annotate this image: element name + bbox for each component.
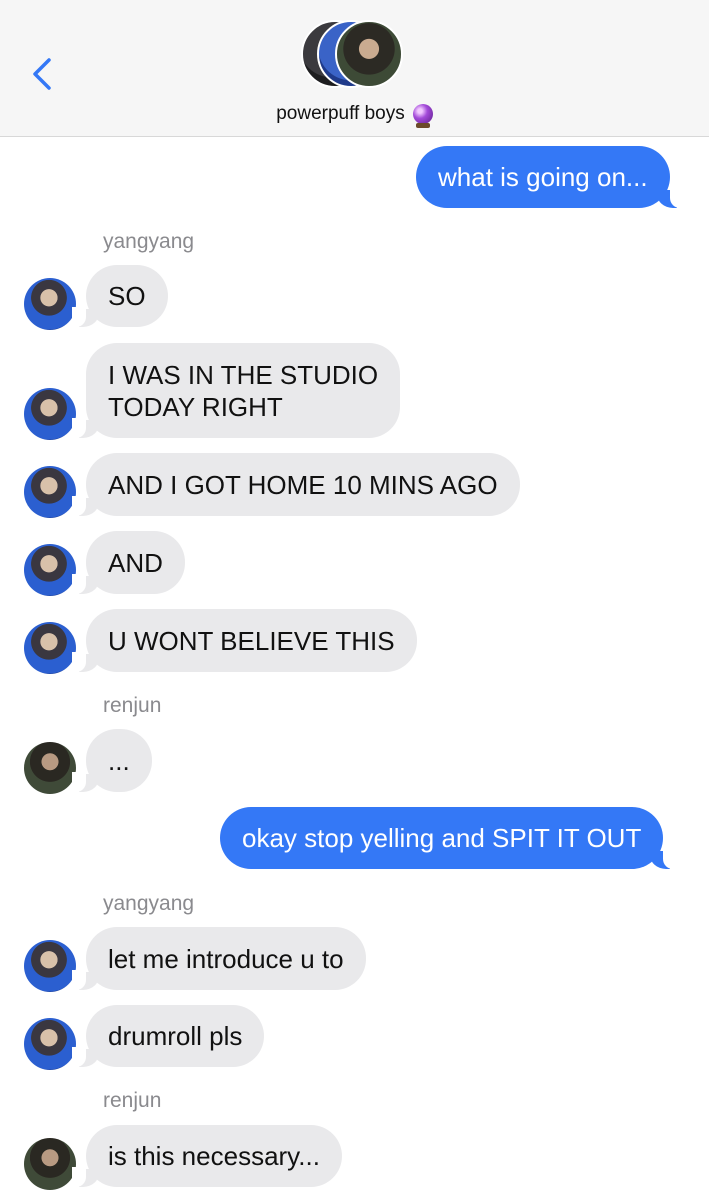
incoming-message[interactable]: ...	[72, 729, 152, 792]
message-text-line: TODAY RIGHT	[108, 391, 283, 422]
message-text: U WONT BELIEVE THIS	[108, 625, 395, 656]
sender-name: yangyang	[103, 892, 195, 915]
conversation-title-text: powerpuff boys	[276, 103, 405, 124]
message-text: drumroll pls	[108, 1021, 243, 1051]
incoming-message[interactable]: let me introduce u to	[72, 927, 366, 990]
message-text: let me introduce u to	[108, 943, 344, 974]
incoming-message[interactable]: AND I GOT HOME 10 MINS AGO	[72, 453, 520, 516]
chevron-left-icon	[33, 58, 51, 90]
message-text: AND	[108, 547, 163, 578]
avatar	[24, 1018, 76, 1070]
incoming-message[interactable]: AND	[72, 531, 185, 594]
outgoing-message[interactable]: what is going on...	[416, 146, 684, 208]
sender-name: renjun	[103, 694, 162, 717]
incoming-message[interactable]: U WONT BELIEVE THIS	[72, 609, 417, 672]
avatar	[24, 544, 76, 596]
incoming-message[interactable]: I WAS IN THE STUDIO TODAY RIGHT	[71, 343, 401, 438]
conversation-title[interactable]: powerpuff boys	[0, 103, 709, 128]
avatar	[24, 1138, 76, 1190]
avatar	[24, 742, 76, 794]
message-text: is this necessary...	[108, 1141, 320, 1171]
sender-name: renjun	[103, 1089, 162, 1112]
conversation-header: powerpuff boys	[0, 0, 709, 137]
sender-name: yangyang	[103, 230, 195, 253]
message-text: AND I GOT HOME 10 MINS AGO	[108, 469, 498, 500]
avatar	[24, 466, 76, 518]
message-text: okay stop yelling and SPIT IT OUT	[242, 823, 642, 853]
back-button[interactable]	[24, 52, 60, 96]
message-text: ...	[108, 745, 130, 776]
incoming-message[interactable]: SO	[72, 265, 168, 327]
message-text: SO	[108, 281, 146, 311]
incoming-message[interactable]: is this necessary...	[72, 1125, 342, 1187]
crystal-ball-icon	[412, 104, 433, 128]
outgoing-message[interactable]: okay stop yelling and SPIT IT OUT	[220, 807, 678, 869]
message-text: what is going on...	[438, 162, 648, 192]
message-text-line: I WAS IN THE STUDIO	[108, 359, 379, 390]
avatar	[24, 940, 76, 992]
incoming-message[interactable]: drumroll pls	[71, 1005, 265, 1067]
group-avatar-stack[interactable]	[301, 20, 411, 92]
avatar	[24, 388, 76, 440]
group-member-avatar	[335, 20, 403, 88]
avatar	[24, 622, 76, 674]
avatar	[24, 278, 76, 330]
